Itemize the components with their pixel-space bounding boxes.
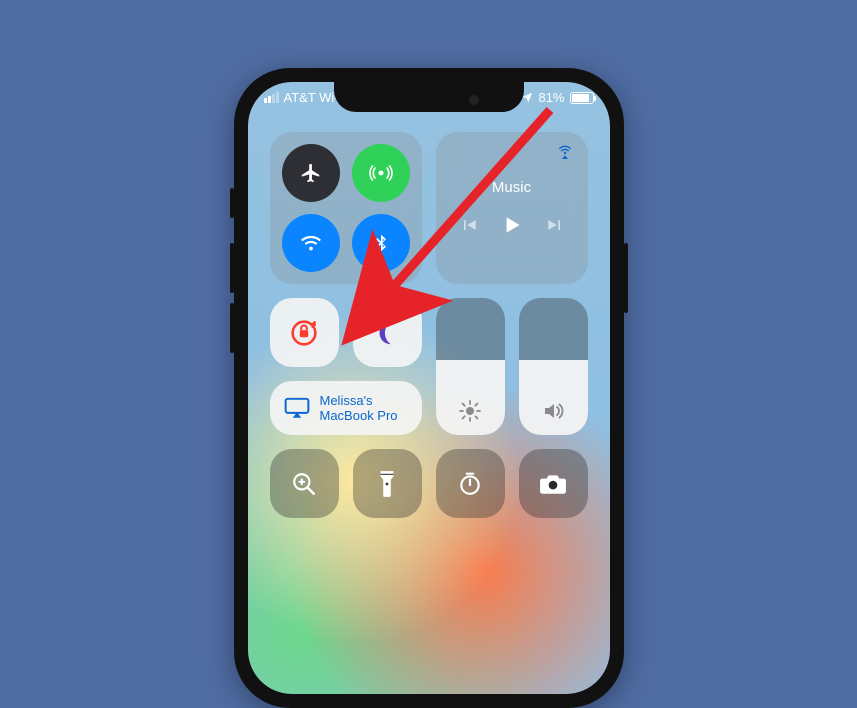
battery-icon xyxy=(570,92,594,104)
airplane-mode-toggle[interactable] xyxy=(282,144,340,202)
orientation-lock-toggle[interactable] xyxy=(270,298,339,367)
music-panel[interactable]: Music xyxy=(436,132,588,284)
camera-icon xyxy=(539,473,567,495)
play-button[interactable] xyxy=(499,212,525,238)
flashlight-button[interactable] xyxy=(353,449,422,518)
battery-percent: 81% xyxy=(538,90,564,105)
magnifier-button[interactable] xyxy=(270,449,339,518)
bluetooth-icon xyxy=(371,233,391,253)
timer-icon xyxy=(457,471,483,497)
screen: AT&T Wi-Fi 81% xyxy=(248,82,610,694)
camera-button[interactable] xyxy=(519,449,588,518)
mute-switch xyxy=(230,188,234,218)
volume-down-button xyxy=(230,303,234,353)
airplane-icon xyxy=(300,162,322,184)
bottom-shortcuts-row xyxy=(270,449,588,518)
brightness-icon xyxy=(458,399,482,423)
next-track-button[interactable] xyxy=(545,215,565,235)
orientation-lock-icon xyxy=(287,316,321,350)
connectivity-panel[interactable] xyxy=(270,132,422,284)
brightness-slider[interactable] xyxy=(436,298,505,435)
volume-slider[interactable] xyxy=(519,298,588,435)
location-icon xyxy=(522,92,533,103)
wifi-toggle-icon xyxy=(300,232,322,254)
mirror-device-label: Melissa's MacBook Pro xyxy=(320,393,408,423)
cellular-icon xyxy=(369,161,393,185)
toggle-row xyxy=(270,298,422,367)
do-not-disturb-toggle[interactable] xyxy=(353,298,422,367)
phone-frame: AT&T Wi-Fi 81% xyxy=(234,68,624,708)
music-title: Music xyxy=(492,179,531,196)
power-button xyxy=(624,243,628,313)
notch xyxy=(334,82,524,112)
control-center: Music xyxy=(270,132,588,518)
bluetooth-toggle[interactable] xyxy=(352,214,410,272)
moon-icon xyxy=(372,318,402,348)
timer-button[interactable] xyxy=(436,449,505,518)
airplay-indicator-icon xyxy=(556,144,574,162)
screen-mirroring-button[interactable]: Melissa's MacBook Pro xyxy=(270,381,422,435)
volume-icon xyxy=(541,399,565,423)
signal-icon xyxy=(264,92,279,103)
flashlight-icon xyxy=(377,470,397,498)
screen-mirroring-icon xyxy=(284,397,310,419)
volume-up-button xyxy=(230,243,234,293)
magnifier-icon xyxy=(291,471,317,497)
cellular-data-toggle[interactable] xyxy=(352,144,410,202)
wifi-toggle[interactable] xyxy=(282,214,340,272)
previous-track-button[interactable] xyxy=(459,215,479,235)
